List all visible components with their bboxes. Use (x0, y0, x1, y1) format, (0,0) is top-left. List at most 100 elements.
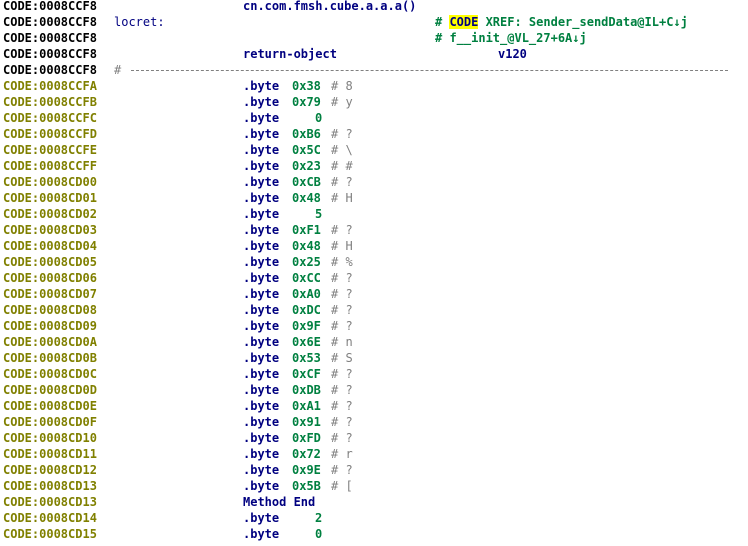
operand-value[interactable]: 0x91 (292, 414, 321, 430)
operand-value[interactable]: 0x9E (292, 462, 321, 478)
byte-row[interactable]: CODE:0008CD08 .byte 0xDC # ? (0, 302, 748, 318)
function-name[interactable]: cn.com.fmsh.cube.a.a.a() (243, 0, 416, 14)
address[interactable]: CODE:0008CD11 (3, 446, 97, 462)
disassembly-view[interactable]: CODE:0008CCF8 cn.com.fmsh.cube.a.a.a() C… (0, 0, 748, 546)
byte-row[interactable]: CODE:0008CCFF .byte 0x23 # # (0, 158, 748, 174)
address[interactable]: CODE:0008CD07 (3, 286, 97, 302)
address[interactable]: CODE:0008CCF8 (3, 14, 97, 30)
address[interactable]: CODE:0008CD10 (3, 430, 97, 446)
byte-row[interactable]: CODE:0008CD02 .byte 5 (0, 206, 748, 222)
operand-value[interactable]: 0x5C (292, 142, 321, 158)
operand-value[interactable]: 0x38 (292, 78, 321, 94)
mnemonic[interactable]: .byte (243, 478, 279, 494)
byte-row[interactable]: CODE:0008CD01 .byte 0x48 # H (0, 190, 748, 206)
byte-row[interactable]: CODE:0008CD0C .byte 0xCF # ? (0, 366, 748, 382)
byte-row[interactable]: CODE:0008CD05 .byte 0x25 # % (0, 254, 748, 270)
address[interactable]: CODE:0008CCFF (3, 158, 97, 174)
address[interactable]: CODE:0008CCF8 (3, 46, 97, 62)
address[interactable]: CODE:0008CCFC (3, 110, 97, 126)
operand-value[interactable]: 0x5B (292, 478, 321, 494)
operand-value[interactable]: 0x72 (292, 446, 321, 462)
operand-value[interactable]: 0xCC (292, 270, 321, 286)
operand-value[interactable]: 0x79 (292, 94, 321, 110)
byte-row[interactable]: CODE:0008CD0E .byte 0xA1 # ? (0, 398, 748, 414)
address[interactable]: CODE:0008CD03 (3, 222, 97, 238)
address[interactable]: CODE:0008CD0D (3, 382, 97, 398)
operand-value[interactable]: 0 (315, 526, 322, 542)
mnemonic[interactable]: .byte (243, 446, 279, 462)
operand-value[interactable]: 0xCB (292, 174, 321, 190)
address[interactable]: CODE:0008CD0A (3, 334, 97, 350)
mnemonic[interactable]: .byte (243, 190, 279, 206)
xref-comment[interactable]: # f__init_@VL_27+6A↓j (435, 30, 587, 46)
operand-value[interactable]: 0xCF (292, 366, 321, 382)
mnemonic[interactable]: .byte (243, 334, 279, 350)
address[interactable]: CODE:0008CD13 (3, 494, 97, 510)
mnemonic[interactable]: .byte (243, 286, 279, 302)
operand-value[interactable]: 0xB6 (292, 126, 321, 142)
mnemonic[interactable]: .byte (243, 270, 279, 286)
mnemonic[interactable]: .byte (243, 526, 279, 542)
operand-value[interactable]: 0x48 (292, 238, 321, 254)
operand-value[interactable]: 0xA1 (292, 398, 321, 414)
mnemonic[interactable]: .byte (243, 222, 279, 238)
address[interactable]: CODE:0008CD12 (3, 462, 97, 478)
return-line[interactable]: CODE:0008CCF8 return-object v120 (0, 46, 748, 62)
mnemonic[interactable]: Method End (243, 494, 315, 510)
address[interactable]: CODE:0008CD02 (3, 206, 97, 222)
byte-row[interactable]: CODE:0008CD06 .byte 0xCC # ? (0, 270, 748, 286)
address[interactable]: CODE:0008CCF8 (3, 0, 97, 14)
address[interactable]: CODE:0008CD08 (3, 302, 97, 318)
operand-value[interactable]: 0x25 (292, 254, 321, 270)
byte-row[interactable]: CODE:0008CD0A .byte 0x6E # n (0, 334, 748, 350)
xref-target[interactable]: XREF: Sender_sendData@IL+C↓j (478, 15, 688, 29)
mnemonic[interactable]: .byte (243, 174, 279, 190)
byte-row[interactable]: CODE:0008CD03 .byte 0xF1 # ? (0, 222, 748, 238)
mnemonic[interactable]: .byte (243, 142, 279, 158)
byte-row[interactable]: CODE:0008CD09 .byte 0x9F # ? (0, 318, 748, 334)
mnemonic[interactable]: .byte (243, 238, 279, 254)
byte-row[interactable]: CODE:0008CD13 Method End (0, 494, 748, 510)
address[interactable]: CODE:0008CD13 (3, 478, 97, 494)
operand-value[interactable]: 5 (315, 206, 322, 222)
operand-value[interactable]: 0x6E (292, 334, 321, 350)
mnemonic[interactable]: .byte (243, 110, 279, 126)
operand-value[interactable]: 0x48 (292, 190, 321, 206)
operand-value[interactable]: 0xA0 (292, 286, 321, 302)
address[interactable]: CODE:0008CD0E (3, 398, 97, 414)
mnemonic[interactable]: .byte (243, 318, 279, 334)
byte-row[interactable]: CODE:0008CD12 .byte 0x9E # ? (0, 462, 748, 478)
label-locret[interactable]: locret: (114, 14, 165, 30)
operand-value[interactable]: 0 (315, 110, 322, 126)
address[interactable]: CODE:0008CCF8 (3, 30, 97, 46)
address[interactable]: CODE:0008CD00 (3, 174, 97, 190)
xref-line[interactable]: CODE:0008CCF8 # f__init_@VL_27+6A↓j (0, 30, 748, 46)
mnemonic[interactable]: .byte (243, 302, 279, 318)
byte-row[interactable]: CODE:0008CCFE .byte 0x5C # \ (0, 142, 748, 158)
byte-row[interactable]: CODE:0008CD15 .byte 0 (0, 526, 748, 542)
byte-row[interactable]: CODE:0008CD13 .byte 0x5B # [ (0, 478, 748, 494)
byte-row[interactable]: CODE:0008CCFA .byte 0x38 # 8 (0, 78, 748, 94)
operand-value[interactable]: 0xDC (292, 302, 321, 318)
byte-row[interactable]: CODE:0008CCFC .byte 0 (0, 110, 748, 126)
byte-row[interactable]: CODE:0008CCFB .byte 0x79 # y (0, 94, 748, 110)
label-line[interactable]: CODE:0008CCF8 locret: # CODE XREF: Sende… (0, 14, 748, 30)
byte-row[interactable]: CODE:0008CD10 .byte 0xFD # ? (0, 430, 748, 446)
address[interactable]: CODE:0008CCFB (3, 94, 97, 110)
return-instruction[interactable]: return-object (243, 46, 337, 62)
mnemonic[interactable]: .byte (243, 78, 279, 94)
address[interactable]: CODE:0008CD01 (3, 190, 97, 206)
mnemonic[interactable]: .byte (243, 398, 279, 414)
operand-value[interactable]: 0x23 (292, 158, 321, 174)
mnemonic[interactable]: .byte (243, 206, 279, 222)
byte-row[interactable]: CODE:0008CD0D .byte 0xDB # ? (0, 382, 748, 398)
address[interactable]: CODE:0008CD15 (3, 526, 97, 542)
register-operand[interactable]: v120 (498, 46, 527, 62)
operand-value[interactable]: 0x9F (292, 318, 321, 334)
byte-row[interactable]: CODE:0008CD0B .byte 0x53 # S (0, 350, 748, 366)
mnemonic[interactable]: .byte (243, 510, 279, 526)
mnemonic[interactable]: .byte (243, 158, 279, 174)
mnemonic[interactable]: .byte (243, 94, 279, 110)
address[interactable]: CODE:0008CCFD (3, 126, 97, 142)
mnemonic[interactable]: .byte (243, 350, 279, 366)
